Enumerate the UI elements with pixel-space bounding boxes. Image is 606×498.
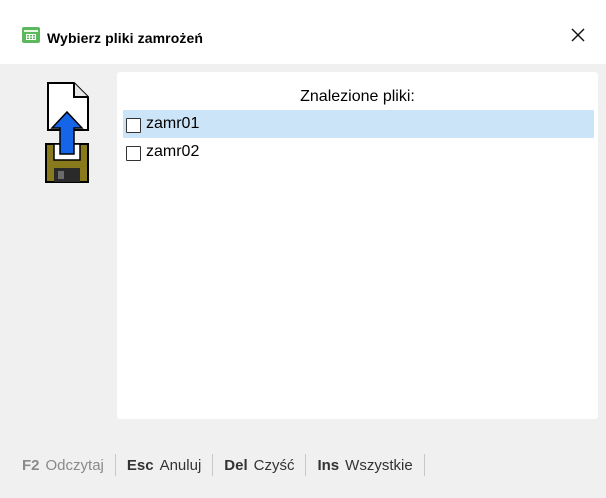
hotkey-label: Wszystkie [345,456,413,474]
file-list-item[interactable]: zamr02 [123,138,594,166]
title-bar: Wybierz pliki zamrożeń [0,0,606,64]
found-files-panel: Znalezione pliki: zamr01 zamr02 [117,72,598,419]
hotkey-key: Ins [317,456,340,474]
file-list: zamr01 zamr02 [117,110,598,166]
hotkey-separator [423,454,425,476]
hotkey-label: Czyść [253,456,295,474]
close-icon [571,28,585,42]
file-name: zamr02 [146,143,200,160]
select-all-button[interactable]: Ins Wszystkie [317,452,412,478]
hotkey-key: Esc [126,456,154,474]
hotkey-separator [212,454,214,476]
hotkey-bar: F2 Odczytaj Esc Anuluj Del Czyść Ins Wsz… [0,452,606,478]
hotkey-key: F2 [22,456,40,474]
cash-register-icon [22,27,40,43]
hotkey-label: Odczytaj [45,456,104,474]
window-title: Wybierz pliki zamrożeń [47,30,203,46]
hotkey-label: Anuluj [159,456,202,474]
close-button[interactable] [560,20,596,50]
read-button[interactable]: F2 Odczytaj [22,452,104,478]
clear-button[interactable]: Del Czyść [224,452,294,478]
hotkey-separator [114,454,116,476]
file-checkbox[interactable] [126,145,141,161]
file-checkbox[interactable] [126,117,141,133]
file-list-item[interactable]: zamr01 [123,110,594,138]
cancel-button[interactable]: Esc Anuluj [127,452,201,478]
hotkey-key: Del [224,456,248,474]
panel-header: Znalezione pliki: [300,88,415,105]
file-name: zamr01 [146,115,200,132]
load-from-disk-icon [44,82,92,184]
hotkey-separator [305,454,307,476]
